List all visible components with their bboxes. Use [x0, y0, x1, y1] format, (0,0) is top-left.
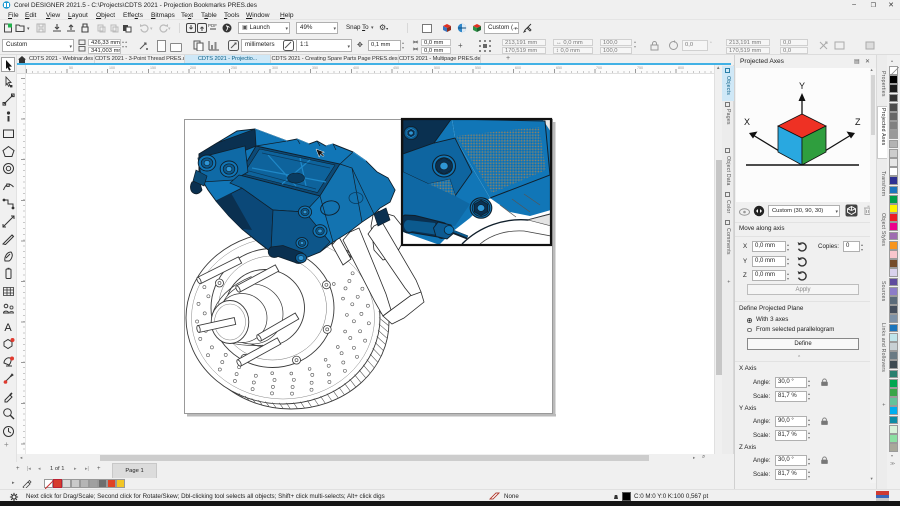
svg-text:X: X [744, 117, 750, 127]
svg-text:A: A [4, 322, 12, 333]
svg-text:Y: Y [799, 81, 805, 91]
svg-text:PDF: PDF [208, 23, 217, 28]
svg-text:Z: Z [855, 117, 861, 127]
